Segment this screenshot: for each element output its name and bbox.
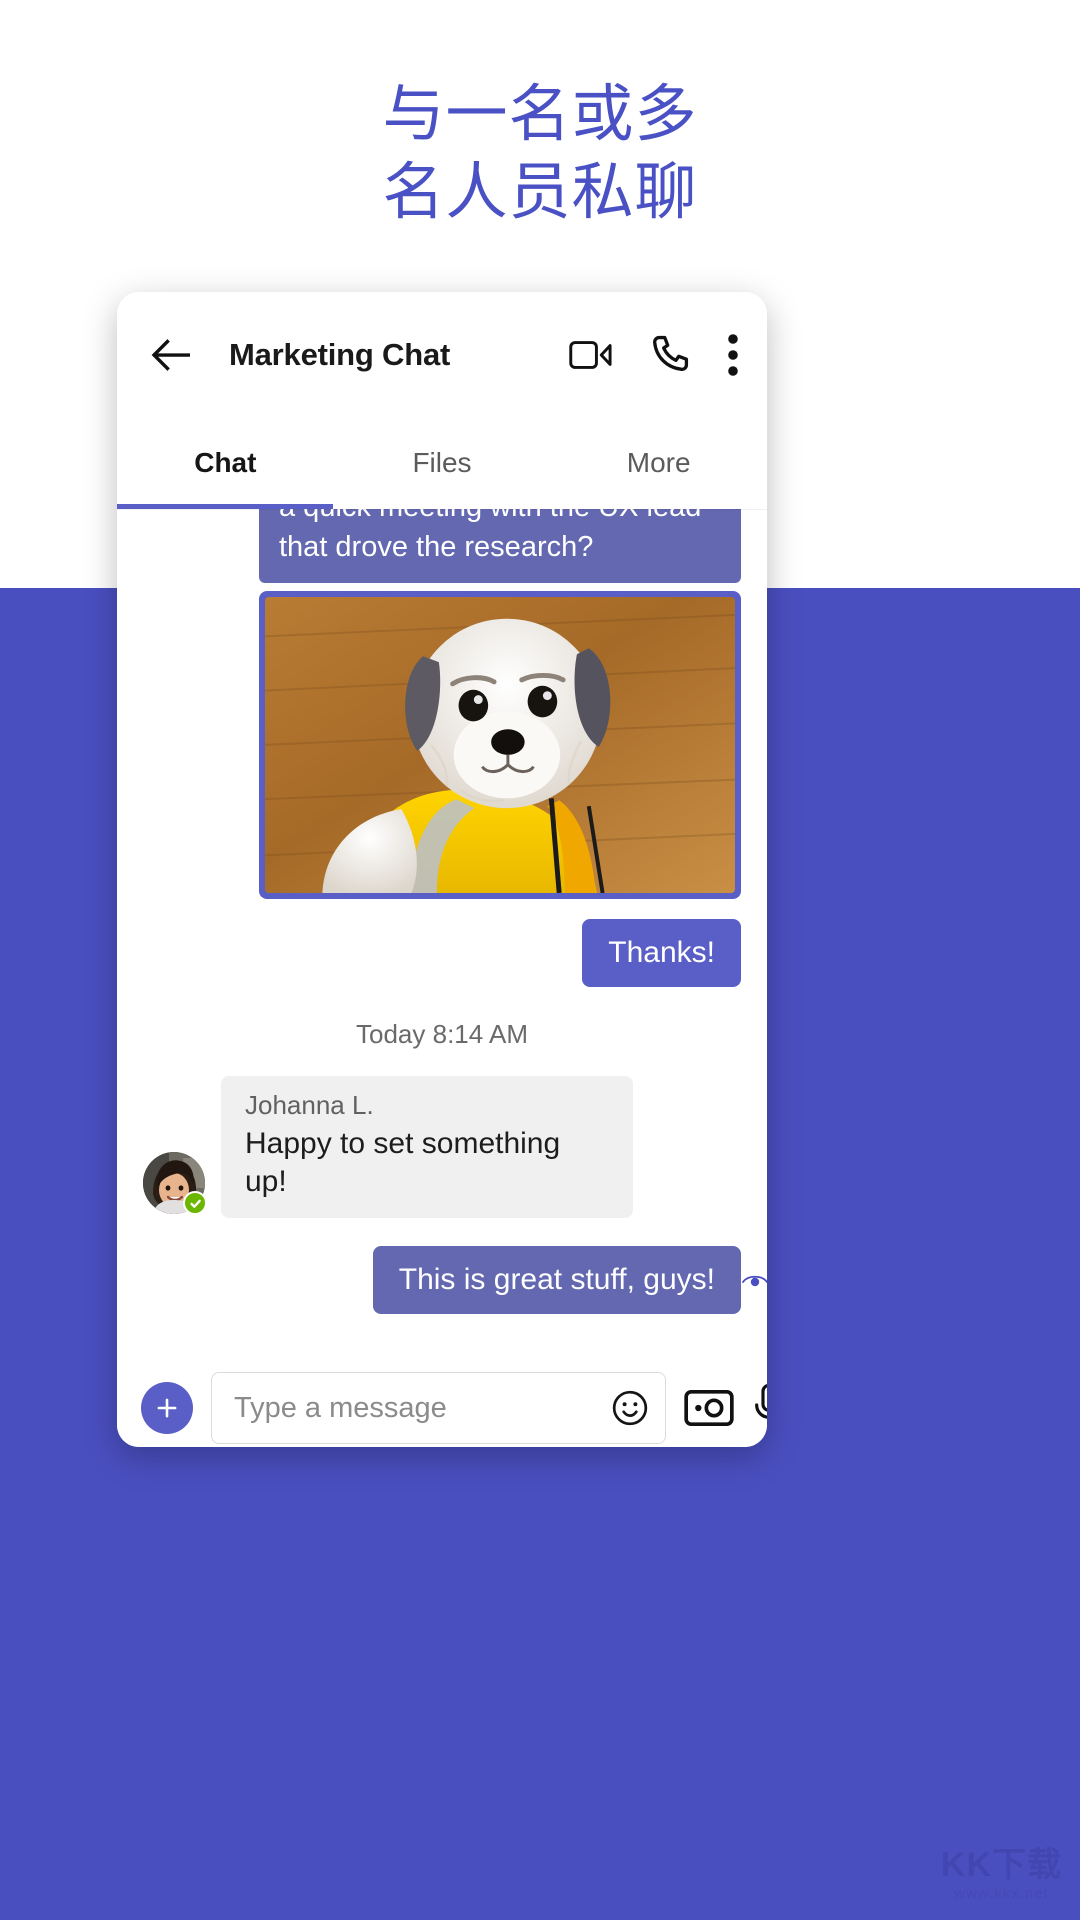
phone-mockup: Marketing Chat Chat Files More a quick m… bbox=[117, 292, 767, 1447]
message-row-thanks: Thanks! bbox=[143, 899, 741, 988]
dog-photo[interactable] bbox=[265, 597, 735, 894]
message-input[interactable] bbox=[234, 1391, 611, 1425]
message-row-outgoing-truncated: a quick meeting with the UX lead that dr… bbox=[143, 509, 741, 584]
timestamp-divider: Today 8:14 AM bbox=[356, 1019, 528, 1050]
more-vertical-icon[interactable] bbox=[725, 331, 741, 379]
message-text: Happy to set something up! bbox=[245, 1127, 561, 1198]
tab-chat[interactable]: Chat bbox=[117, 417, 334, 509]
message-row-image bbox=[143, 583, 741, 900]
check-icon bbox=[189, 1199, 201, 1208]
app-bar-actions bbox=[569, 331, 741, 379]
seen-eye-icon bbox=[742, 1275, 767, 1287]
app-bar: Marketing Chat bbox=[117, 292, 767, 417]
phone-icon[interactable] bbox=[647, 333, 691, 377]
headline-line-2: 名人员私聊 bbox=[382, 158, 698, 228]
message-list[interactable]: a quick meeting with the UX lead that dr… bbox=[117, 509, 767, 1354]
watermark-logo: KK下载 bbox=[940, 1846, 1062, 1884]
image-message-bubble[interactable] bbox=[259, 591, 741, 900]
message-bubble-outgoing[interactable]: Thanks! bbox=[582, 919, 741, 988]
add-attachment-button[interactable] bbox=[141, 1382, 193, 1434]
back-arrow-icon[interactable] bbox=[145, 328, 199, 382]
presence-badge-available bbox=[183, 1191, 207, 1216]
page-title: Marketing Chat bbox=[229, 336, 451, 372]
message-row-outgoing-last: This is great stuff, guys! bbox=[143, 1246, 767, 1315]
smiley-icon[interactable] bbox=[611, 1389, 649, 1427]
watermark-url: www.kkx.net bbox=[954, 1885, 1049, 1902]
active-tab-indicator bbox=[117, 504, 333, 509]
watermark: KK下载 www.kkx.net bbox=[941, 1848, 1062, 1902]
plus-icon bbox=[157, 1398, 177, 1418]
message-composer bbox=[117, 1354, 767, 1447]
page-headline: 与一名或多 名人员私聊 bbox=[0, 76, 1080, 232]
message-bubble-incoming[interactable]: Johanna L. Happy to set something up! bbox=[221, 1076, 633, 1219]
tab-more[interactable]: More bbox=[550, 417, 767, 509]
tab-files[interactable]: Files bbox=[334, 417, 551, 509]
message-bubble-outgoing[interactable]: This is great stuff, guys! bbox=[372, 1246, 741, 1315]
avatar[interactable] bbox=[143, 1152, 207, 1216]
message-input-wrapper[interactable] bbox=[211, 1372, 666, 1444]
camera-icon[interactable] bbox=[684, 1388, 734, 1428]
video-camera-icon[interactable] bbox=[569, 333, 613, 377]
microphone-icon[interactable] bbox=[752, 1383, 767, 1433]
message-row-incoming: Johanna L. Happy to set something up! bbox=[143, 1076, 741, 1219]
headline-line-1: 与一名或多 bbox=[382, 80, 698, 149]
message-bubble-outgoing[interactable]: a quick meeting with the UX lead that dr… bbox=[259, 509, 741, 584]
message-sender-name: Johanna L. bbox=[245, 1090, 374, 1121]
tab-bar: Chat Files More bbox=[117, 417, 767, 509]
